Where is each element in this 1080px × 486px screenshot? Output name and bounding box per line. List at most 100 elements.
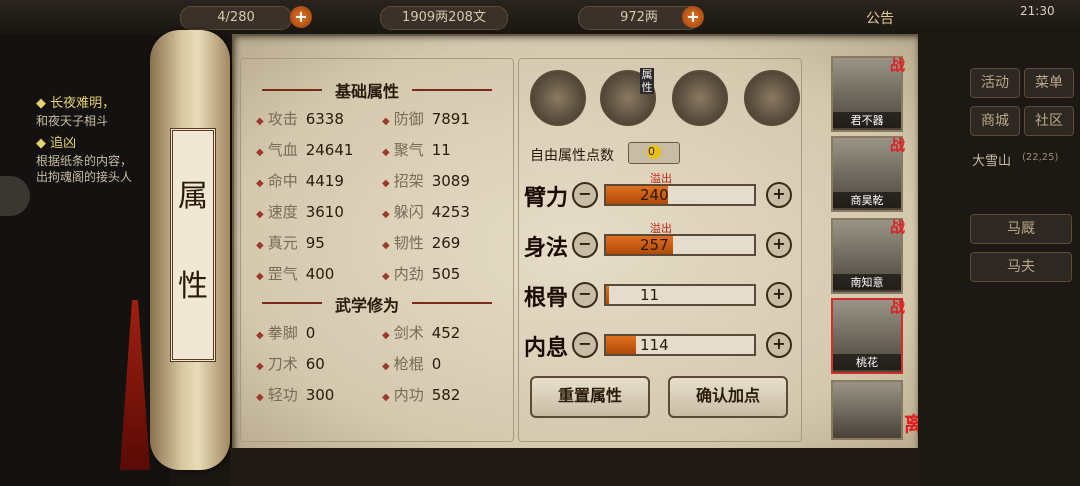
stat-label: 聚气 bbox=[393, 141, 424, 159]
title-char-2: 性 bbox=[178, 269, 208, 304]
diamond-icon: ◆ bbox=[382, 330, 390, 341]
attr-value: 257 bbox=[640, 236, 669, 254]
attr-name: 臂力 bbox=[524, 185, 569, 211]
stat-label: 刀术 bbox=[267, 355, 298, 373]
quest-desc-1: 和夜天子相斗 bbox=[36, 114, 109, 128]
stat-item: ◆ 聚气 11 bbox=[382, 137, 502, 163]
attr-name: 身法 bbox=[524, 235, 569, 261]
hero-slot-3[interactable]: 战南知意 bbox=[831, 218, 905, 294]
attr-bar bbox=[604, 284, 756, 306]
stat-item: ◆ 韧性 269 bbox=[382, 230, 502, 256]
diamond-icon: ◆ bbox=[256, 147, 264, 158]
plus-button[interactable]: + bbox=[766, 332, 792, 358]
confirm-points-button[interactable]: 确认加点 bbox=[668, 376, 788, 418]
stat-value: 582 bbox=[431, 386, 461, 404]
stat-value: 400 bbox=[305, 265, 335, 283]
plus-button[interactable]: + bbox=[766, 282, 792, 308]
free-points-label: 自由属性点数 bbox=[530, 148, 614, 164]
battle-mark: 战 bbox=[889, 136, 905, 154]
stat-item: ◆ 内功 582 bbox=[382, 382, 502, 408]
stat-item: ◆ 速度 3610 bbox=[256, 199, 376, 225]
diamond-icon: ◆ bbox=[382, 209, 390, 220]
quest-title-2[interactable]: ◆ 追凶 bbox=[36, 132, 76, 151]
quest-desc-2a: 根据纸条的内容， bbox=[36, 154, 133, 168]
stat-label: 气血 bbox=[267, 141, 298, 159]
stat-value: 6338 bbox=[305, 110, 344, 128]
stat-value: 0 bbox=[305, 324, 316, 342]
top-bar bbox=[0, 0, 1080, 34]
attr-value: 11 bbox=[640, 286, 660, 304]
bagua-icon[interactable] bbox=[672, 70, 728, 126]
stat-label: 剑术 bbox=[393, 324, 424, 342]
stat-value: 269 bbox=[431, 234, 461, 252]
stat-value: 300 bbox=[305, 386, 335, 404]
stat-value: 4419 bbox=[305, 172, 344, 190]
attr-bar-fill bbox=[606, 336, 636, 354]
stat-item: ◆ 剑术 452 bbox=[382, 320, 502, 346]
money-counter: 1909两208文 bbox=[380, 6, 508, 30]
diamond-icon: ◆ bbox=[382, 271, 390, 282]
nav-stable[interactable]: 马厩 bbox=[970, 214, 1072, 244]
diamond-icon: ◆ bbox=[256, 209, 264, 220]
stat-label: 拳脚 bbox=[267, 324, 298, 342]
minus-button[interactable]: − bbox=[572, 332, 598, 358]
stat-item: ◆ 防御 7891 bbox=[382, 106, 502, 132]
diamond-icon: ◆ bbox=[256, 178, 264, 189]
stat-value: 7891 bbox=[431, 110, 470, 128]
attr-value: 240 bbox=[640, 186, 669, 204]
stat-item: ◆ 拳脚 0 bbox=[256, 320, 376, 346]
diamond-icon: ◆ bbox=[382, 178, 390, 189]
activity-button[interactable]: 活动 bbox=[970, 68, 1020, 98]
title-char-1: 属 bbox=[178, 179, 208, 214]
location-name: 大雪山 bbox=[972, 154, 1012, 169]
hero-slot-1[interactable]: 战君不器 bbox=[831, 56, 905, 132]
attr-bar bbox=[604, 234, 756, 256]
quest-desc-2b: 出拘魂阁的接头人 bbox=[36, 170, 133, 184]
attr-bar bbox=[604, 184, 756, 206]
overflow-label: 溢出 bbox=[650, 172, 672, 185]
minus-button[interactable]: − bbox=[572, 182, 598, 208]
minus-button[interactable]: − bbox=[572, 232, 598, 258]
hat-icon[interactable] bbox=[530, 70, 586, 126]
stat-item: ◆ 内劲 505 bbox=[382, 261, 502, 287]
stat-label: 躲闪 bbox=[393, 203, 424, 221]
attr-name: 内息 bbox=[524, 335, 569, 361]
hero-slot-5[interactable] bbox=[831, 380, 903, 440]
stat-value: 24641 bbox=[305, 141, 354, 159]
stat-item: ◆ 招架 3089 bbox=[382, 168, 502, 194]
attr-bar bbox=[604, 334, 756, 356]
nav-groom[interactable]: 马夫 bbox=[970, 252, 1072, 282]
body-icon[interactable] bbox=[744, 70, 800, 126]
diamond-icon: ◆ bbox=[256, 392, 264, 403]
add-stamina-button[interactable]: + bbox=[290, 6, 312, 28]
stat-item: ◆ 气血 24641 bbox=[256, 137, 376, 163]
reset-attrs-button[interactable]: 重置属性 bbox=[530, 376, 650, 418]
divider bbox=[412, 89, 492, 91]
shop-button[interactable]: 商城 bbox=[970, 106, 1020, 136]
diamond-icon: ◆ bbox=[256, 116, 264, 127]
divider bbox=[262, 89, 322, 91]
scroll-title: 属 性 bbox=[170, 128, 216, 362]
stat-label: 攻击 bbox=[267, 110, 298, 128]
stat-label: 内功 bbox=[393, 386, 424, 404]
announcement-button[interactable]: 公告 bbox=[866, 8, 894, 28]
community-button[interactable]: 社区 bbox=[1024, 106, 1074, 136]
plus-button[interactable]: + bbox=[766, 182, 792, 208]
stat-label: 招架 bbox=[393, 172, 424, 190]
stat-value: 3089 bbox=[431, 172, 470, 190]
stat-label: 命中 bbox=[267, 172, 298, 190]
add-gold-button[interactable]: + bbox=[682, 6, 704, 28]
hero-slot-4[interactable]: 战桃花 bbox=[831, 298, 905, 374]
stamina-counter: 4/280 bbox=[180, 6, 292, 30]
attr-value: 114 bbox=[640, 336, 669, 354]
diamond-icon: ◆ bbox=[256, 271, 264, 282]
plus-button[interactable]: + bbox=[766, 232, 792, 258]
diamond-icon: ◆ bbox=[382, 240, 390, 251]
quest-title-1[interactable]: ◆ 长夜难明， bbox=[36, 92, 115, 111]
base-stats-header: 基础属性 bbox=[334, 82, 399, 101]
diamond-icon: ◆ bbox=[256, 361, 264, 372]
diamond-icon: ◆ bbox=[382, 116, 390, 127]
menu-button[interactable]: 菜单 bbox=[1024, 68, 1074, 98]
minus-button[interactable]: − bbox=[572, 282, 598, 308]
hero-slot-2[interactable]: 战商昊乾 bbox=[831, 136, 905, 212]
